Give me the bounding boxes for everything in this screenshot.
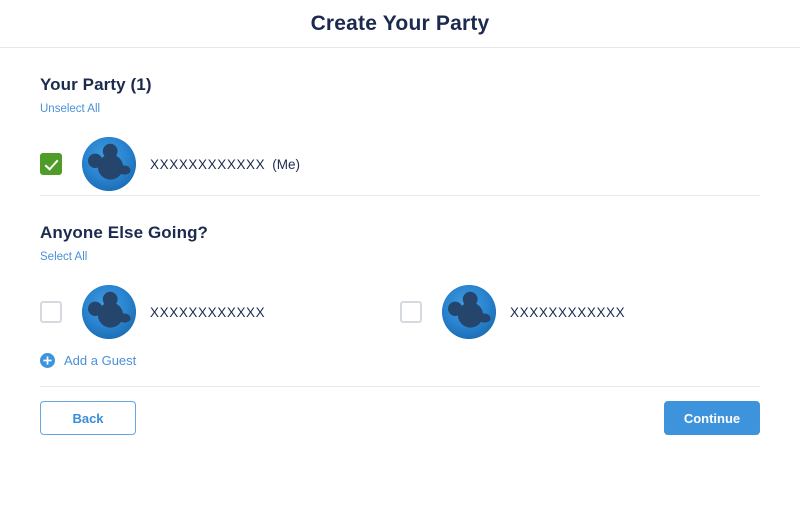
footer-actions: Back Continue [0,387,800,435]
guest-column: XXXXXXXXXXXX (Me) [40,133,400,195]
anyone-else-title: Anyone Else Going? [40,223,209,242]
page-title: Create Your Party [310,11,490,35]
back-button[interactable]: Back [40,401,136,435]
anyone-else-section: Anyone Else Going? Select All XXXXXXXXXX… [0,196,800,368]
mickey-avatar-icon [82,285,136,339]
avatar [82,285,136,339]
guest-row[interactable]: XXXXXXXXXXXX [40,281,400,343]
your-party-section: Your Party (1) Unselect All XXXXXXXXXXXX… [0,48,800,195]
page-header: Create Your Party [0,0,800,48]
avatar [442,285,496,339]
unselect-all-link[interactable]: Unselect All [40,103,100,115]
mickey-avatar-icon [82,137,136,191]
guest-column: XXXXXXXXXXXX [400,281,760,343]
guest-column: XXXXXXXXXXXX [40,281,400,343]
member-name-suffix: (Me) [272,156,301,172]
guest-name: XXXXXXXXXXXX [150,304,266,320]
select-all-link[interactable]: Select All [40,251,87,263]
guest-name: XXXXXXXXXXXX [510,304,626,320]
continue-button[interactable]: Continue [664,401,760,435]
your-party-title: Your Party (1) [40,75,152,94]
add-a-guest-button[interactable]: Add a Guest [40,353,136,368]
other-guests-list: XXXXXXXXXXXX XXXXXXXXXXXX [40,281,760,343]
party-member-row[interactable]: XXXXXXXXXXXX (Me) [40,133,400,195]
member-name-text: XXXXXXXXXXXX [150,156,266,172]
guest-row[interactable]: XXXXXXXXXXXX [400,281,760,343]
guest-checkbox-1[interactable] [40,301,62,323]
anyone-else-header-block: Anyone Else Going? Select All [40,196,760,265]
member-name: XXXXXXXXXXXX (Me) [150,157,300,172]
guest-checkbox-2[interactable] [400,301,422,323]
member-checkbox-self[interactable] [40,153,62,175]
avatar [82,137,136,191]
mickey-avatar-icon [442,285,496,339]
your-party-header-block: Your Party (1) Unselect All [40,48,760,117]
your-party-member-list: XXXXXXXXXXXX (Me) [40,133,760,195]
add-a-guest-label: Add a Guest [64,353,137,368]
plus-circle-icon [40,353,55,368]
